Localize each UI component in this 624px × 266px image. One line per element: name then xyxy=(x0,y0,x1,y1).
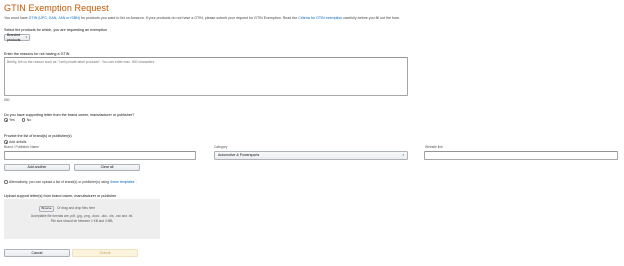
support-letter-options: Yes No xyxy=(4,118,31,122)
yes-label: Yes xyxy=(9,118,15,122)
alternative-text-start: Alternatively, you can upload a list of … xyxy=(9,180,110,184)
clear-all-button[interactable]: Clear all xyxy=(74,164,140,171)
add-another-button[interactable]: Add another xyxy=(4,164,70,171)
no-radio[interactable] xyxy=(21,118,26,122)
browse-button[interactable]: Browse xyxy=(39,206,54,212)
submit-button[interactable]: Submit xyxy=(72,249,138,257)
add-details-radio[interactable] xyxy=(4,140,8,144)
gtin-link[interactable]: GTIN (UPC, EAN, JAN or ISBN) xyxy=(29,16,80,20)
support-letter-question: Do you have supporting letter from the b… xyxy=(4,113,135,117)
alternative-text-end: . xyxy=(135,180,137,184)
intro-text-end: carefully before you fill out the form. xyxy=(342,16,401,20)
brand-name-label: Brand / Publisher Name xyxy=(4,145,40,149)
products-dropdown[interactable]: Branded products ▾ xyxy=(4,33,30,42)
category-dropdown-value: Automotive & Powersports xyxy=(218,153,260,158)
alternative-option[interactable]: Alternatively, you can upload a list of … xyxy=(4,180,137,184)
chevron-down-icon: ▾ xyxy=(402,152,404,157)
reason-textarea[interactable] xyxy=(4,57,408,96)
upload-dropzone[interactable]: Browse Or drag and drop files here Accep… xyxy=(4,199,160,239)
chevron-down-icon: ▾ xyxy=(25,34,27,39)
intro-text-start: You must have xyxy=(4,16,29,20)
add-details-label: Add details xyxy=(9,140,27,144)
category-label: Category xyxy=(214,145,228,149)
page-title: GTIN Exemption Request xyxy=(4,3,109,13)
yes-radio[interactable] xyxy=(4,118,8,122)
templates-link[interactable]: these templates xyxy=(111,180,135,184)
criteria-link[interactable]: Criteria for GTIN exemption xyxy=(298,16,342,20)
brand-name-input[interactable] xyxy=(4,151,196,160)
cancel-button[interactable]: Cancel xyxy=(4,249,70,257)
upload-label: Upload support letter(s) from brand owne… xyxy=(4,194,117,198)
drag-drop-text: Or drag and drop files here xyxy=(57,206,96,210)
intro-text-middle: for products you want to list on Amazon.… xyxy=(79,16,299,20)
category-dropdown[interactable]: Automotive & Powersports ▾ xyxy=(214,151,408,160)
products-label: Select the products for which, you are r… xyxy=(4,28,108,32)
char-counter: 500 xyxy=(4,98,10,102)
website-label: Website link xyxy=(425,145,443,149)
add-details-option[interactable]: Add details xyxy=(4,140,26,144)
file-size-text: File size should be between 1 KB and 4 M… xyxy=(50,218,114,223)
alternative-radio[interactable] xyxy=(4,180,8,184)
intro-text: You must have GTIN (UPC, EAN, JAN or ISB… xyxy=(4,16,616,20)
products-dropdown-value: Branded products xyxy=(7,33,21,42)
website-input[interactable] xyxy=(424,151,618,160)
reason-label: Enter the reasons for not having a GTIN xyxy=(4,52,70,56)
brands-label: Provide the list of brand(s) or publishe… xyxy=(4,134,72,138)
no-label: No xyxy=(26,118,32,122)
